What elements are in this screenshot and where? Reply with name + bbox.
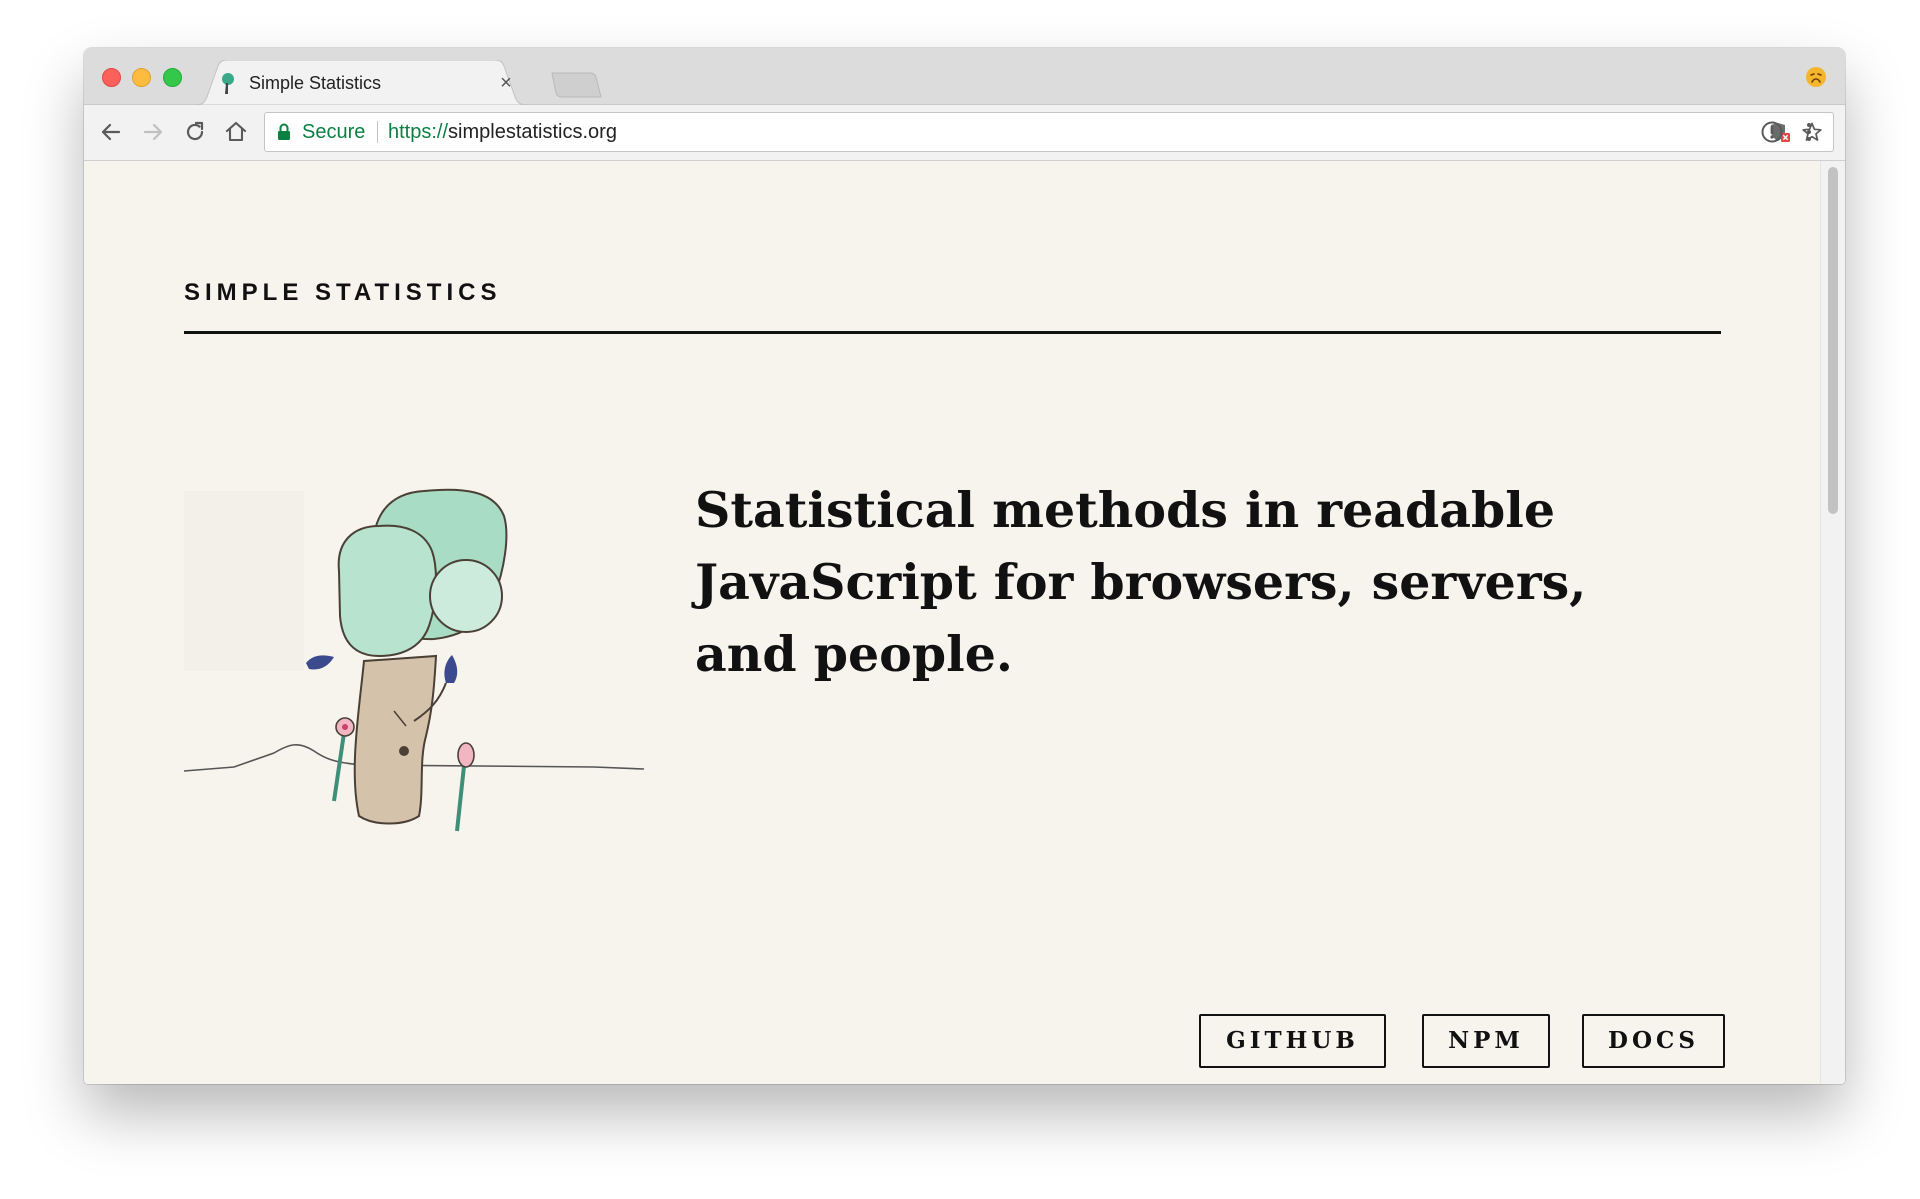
url-scheme: https://: [388, 121, 449, 143]
tree-illustration: [183, 488, 645, 832]
vertical-scrollbar[interactable]: [1820, 161, 1845, 1084]
docs-button[interactable]: DOCS: [1582, 1014, 1725, 1068]
password-manager-icon[interactable]: [1759, 119, 1785, 145]
page-headline: Statistical methods in readable JavaScri…: [695, 481, 1587, 683]
page-content: SIMPLE STATISTICS Statistical methods in…: [84, 161, 1821, 1084]
profile-emoji-icon[interactable]: [1805, 66, 1827, 88]
close-window-button[interactable]: [102, 68, 121, 87]
forward-arrow-icon[interactable]: [140, 119, 166, 145]
zoom-window-button[interactable]: [163, 68, 182, 87]
npm-button[interactable]: NPM: [1422, 1014, 1550, 1068]
secure-label: Secure: [302, 121, 366, 143]
minimize-window-button[interactable]: [132, 68, 151, 87]
browser-window: Simple Statistics × Secure https://simpl…: [84, 48, 1845, 1084]
back-arrow-icon[interactable]: [98, 119, 124, 145]
github-button[interactable]: GITHUB: [1199, 1014, 1386, 1068]
home-icon[interactable]: [223, 119, 249, 145]
browser-toolbar: Secure https://simplestatistics.org: [84, 105, 1845, 161]
reload-icon[interactable]: [182, 119, 208, 145]
tab-strip: Simple Statistics ×: [84, 48, 1845, 105]
address-bar[interactable]: Secure https://simplestatistics.org: [264, 112, 1834, 152]
tab-simple-statistics[interactable]: Simple Statistics ×: [196, 60, 526, 105]
url-separator: [377, 121, 378, 143]
new-tab-button[interactable]: [550, 72, 602, 98]
tree-favicon-icon: [222, 73, 234, 94]
site-title[interactable]: SIMPLE STATISTICS: [184, 279, 501, 307]
kebab-menu-icon[interactable]: [1796, 119, 1822, 145]
tab-close-icon[interactable]: ×: [496, 71, 516, 95]
tab-title: Simple Statistics: [249, 73, 382, 93]
url-text[interactable]: https://simplestatistics.org: [388, 121, 617, 144]
scrollbar-thumb[interactable]: [1828, 167, 1838, 514]
url-host: simplestatistics.org: [448, 121, 617, 143]
lock-icon: [278, 123, 290, 140]
header-rule: [184, 331, 1721, 334]
